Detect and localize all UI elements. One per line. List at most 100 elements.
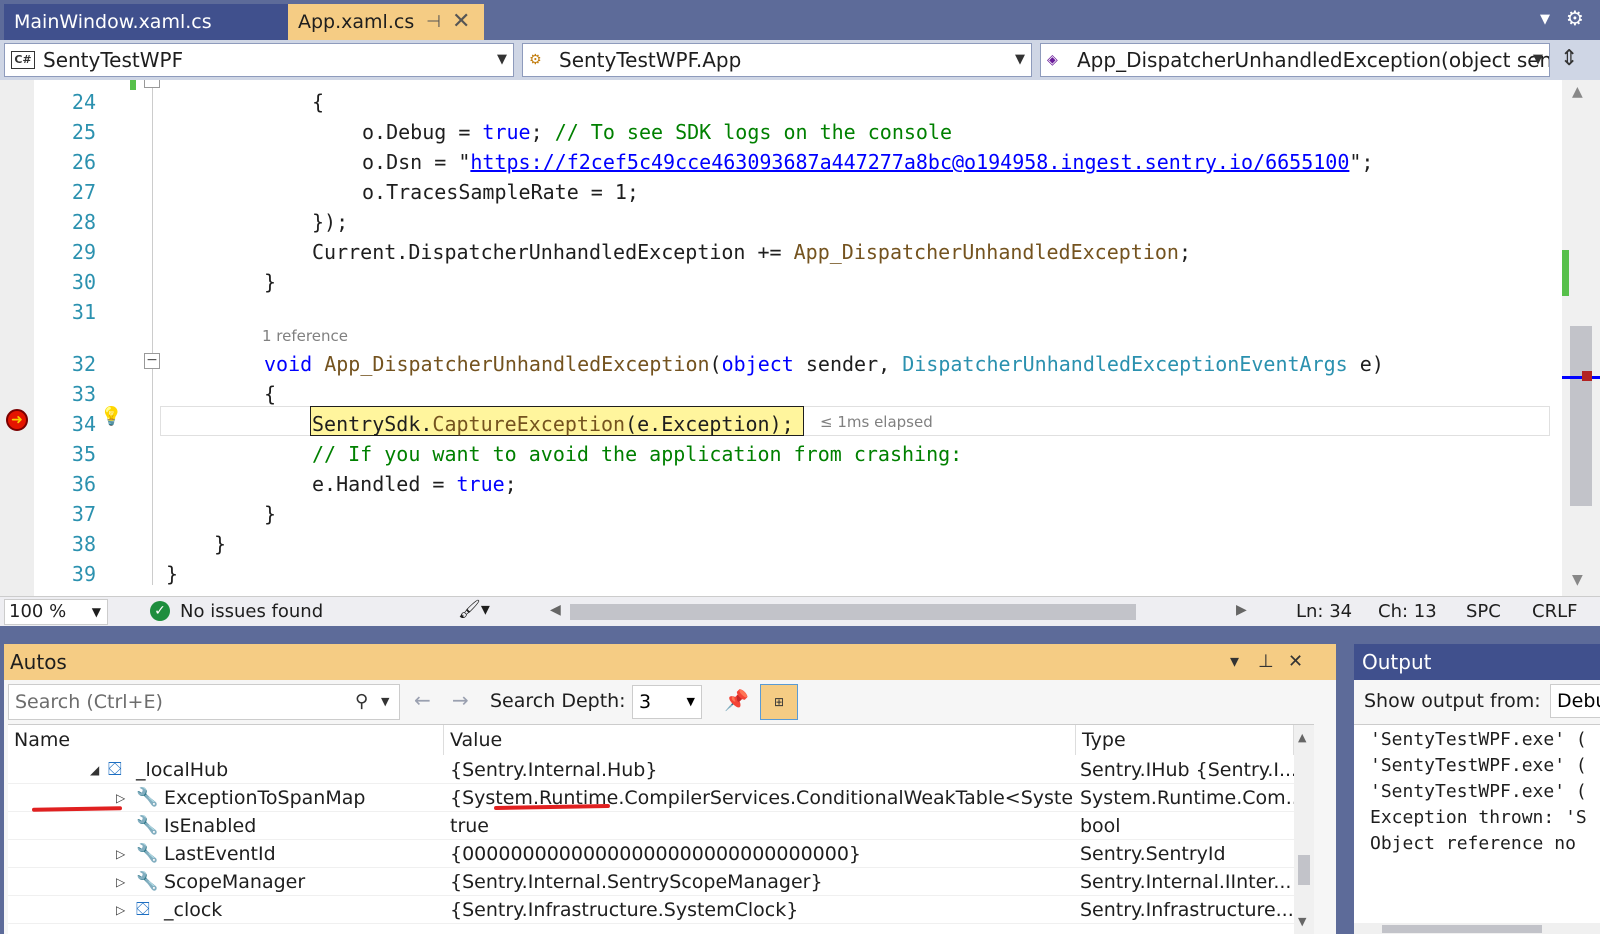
arrow-right-icon[interactable]: →	[452, 688, 469, 712]
code-line-37: }	[264, 502, 277, 526]
code-editor[interactable]: − 24 25 26 27 28 29 30 31 32 33 34 35 36…	[0, 80, 1600, 596]
line-number: 31	[71, 300, 96, 324]
table-row[interactable]: ▷ 🔧 ExceptionToSpanMap {System.Runtime.C…	[8, 784, 1314, 812]
tab-app-xaml-cs[interactable]: App.xaml.cs ⊣ ✕	[288, 4, 484, 40]
value-cell[interactable]: {00000000000000000000000000000000}	[446, 840, 1074, 868]
pin-icon[interactable]: ⊣	[426, 4, 441, 40]
dsn-link[interactable]: https://f2cef5c49cce463093687a447277a8bc…	[470, 150, 1349, 174]
name-cell: ▷ 🔧 LastEventId	[8, 840, 444, 868]
scroll-up-icon[interactable]: ▲	[1572, 84, 1583, 100]
arrow-left-icon[interactable]: ←	[414, 688, 431, 712]
collapse-icon[interactable]: ◢	[90, 756, 99, 784]
zoom-dropdown[interactable]: 100 % ▼	[4, 599, 108, 625]
autos-panel-header: Autos ▾ ⊥ ✕	[4, 644, 1336, 680]
column-indicator[interactable]: Ch: 13	[1378, 601, 1437, 622]
line-indicator[interactable]: Ln: 34	[1296, 601, 1352, 622]
table-row[interactable]: ▷ ⛋ _clock {Sentry.Infrastructure.System…	[8, 896, 1314, 924]
line-number: 30	[71, 270, 96, 294]
project-dropdown[interactable]: C# SentyTestWPF ▼	[4, 43, 514, 77]
expand-icon[interactable]: ▷	[116, 896, 125, 924]
scrollbar-thumb[interactable]	[1570, 326, 1592, 506]
chevron-down-icon: ▼	[1533, 52, 1543, 67]
table-row[interactable]: 🔧 IsEnabled true bool	[8, 812, 1314, 840]
split-window-icon[interactable]: ⇕	[1560, 46, 1578, 71]
search-icon[interactable]: ⚲	[355, 685, 368, 719]
horizontal-scrollbar-thumb[interactable]	[570, 604, 1136, 620]
code-line-35: // If you want to avoid the application …	[312, 442, 963, 466]
line-number: 36	[71, 472, 96, 496]
table-row[interactable]: ◢ ⛋ _localHub {Sentry.Internal.Hub} Sent…	[8, 756, 1314, 784]
editor-vertical-scrollbar[interactable]: ▲ ▼	[1562, 80, 1600, 596]
code-line-26: o.Dsn = "https://f2cef5c49cce463093687a4…	[362, 150, 1374, 174]
scroll-right-icon[interactable]: ▶	[1236, 602, 1247, 618]
value-cell[interactable]: true	[446, 812, 1074, 840]
pin-icon[interactable]: ⊥	[1258, 644, 1274, 680]
type-cell: Sentry.Internal.IInter...	[1080, 871, 1292, 893]
tab-view-toggle-button[interactable]: ⊞	[760, 684, 798, 720]
output-source-dropdown[interactable]: Debu	[1550, 684, 1600, 718]
output-line: 'SentyTestWPF.exe' (	[1370, 755, 1587, 776]
line-number: 28	[71, 210, 96, 234]
code-line-25: o.Debug = true; // To see SDK logs on th…	[362, 120, 953, 144]
code-cleanup-icon[interactable]: 🖌▾	[458, 599, 490, 620]
wrench-icon: 🔧	[136, 815, 159, 836]
scroll-down-icon[interactable]: ▼	[1298, 915, 1306, 928]
gear-icon[interactable]: ⚙	[1566, 6, 1584, 30]
autos-panel: Search (Ctrl+E) ⚲ ▼ ← → Search Depth: 3 ▼…	[4, 680, 1336, 934]
output-text-area[interactable]: 'SentyTestWPF.exe' ( 'SentyTestWPF.exe' …	[1354, 724, 1600, 934]
zoom-value: 100 %	[9, 601, 67, 622]
scrollbar-thumb[interactable]	[1382, 925, 1542, 933]
scroll-down-icon[interactable]: ▼	[1572, 572, 1583, 588]
table-row[interactable]: ▷ 🔧 LastEventId {00000000000000000000000…	[8, 840, 1314, 868]
value-cell[interactable]: {Sentry.Infrastructure.SystemClock}	[446, 896, 1074, 924]
chevron-down-icon: ▼	[497, 52, 507, 67]
member-dropdown[interactable]: ◈ App_DispatcherUnhandledException(objec…	[1040, 43, 1550, 77]
chevron-down-icon[interactable]: ▼	[381, 685, 389, 719]
tab-label: MainWindow.xaml.cs	[14, 11, 212, 33]
line-ending-indicator[interactable]: CRLF	[1532, 601, 1577, 622]
whitespace-indicator[interactable]: SPC	[1466, 601, 1501, 622]
code-line-32: void App_DispatcherUnhandledException(ob…	[264, 352, 1384, 376]
name-cell: 🔧 IsEnabled	[8, 812, 444, 840]
value-cell[interactable]: {Sentry.Internal.SentryScopeManager}	[446, 868, 1074, 896]
class-dropdown[interactable]: ⚙ SentyTestWPF.App ▼	[522, 43, 1032, 77]
output-line: 'SentyTestWPF.exe' (	[1370, 729, 1587, 750]
issues-status[interactable]: No issues found	[180, 601, 323, 622]
scrollbar-thumb[interactable]	[1298, 855, 1310, 885]
column-header-name[interactable]: Name	[8, 725, 444, 755]
line-number: 34	[71, 412, 96, 436]
line-number: 32	[71, 352, 96, 376]
member-name: App_DispatcherUnhandledException(object …	[1077, 48, 1550, 72]
output-panel-header: Output	[1354, 644, 1600, 680]
scroll-left-icon[interactable]: ◀	[550, 602, 561, 618]
tab-list-dropdown-icon[interactable]: ▼	[1540, 12, 1550, 27]
outline-collapse-toggle[interactable]: −	[144, 353, 160, 369]
close-icon[interactable]: ✕	[1288, 644, 1303, 680]
field-icon: ⛋	[108, 759, 122, 780]
tab-mainwindow-xaml-cs[interactable]: MainWindow.xaml.cs	[4, 4, 288, 40]
line-number: 24	[71, 90, 96, 114]
pin-members-icon[interactable]: 📌	[724, 688, 749, 712]
codelens-references[interactable]: 1 reference	[262, 327, 348, 345]
output-horizontal-scrollbar[interactable]	[1354, 923, 1600, 934]
search-input[interactable]: Search (Ctrl+E) ⚲ ▼	[8, 684, 400, 720]
expand-icon[interactable]: ▷	[116, 840, 125, 868]
code-line-28: });	[312, 210, 349, 234]
lightbulb-icon[interactable]: 💡	[100, 406, 122, 427]
class-icon: ⚙	[529, 52, 542, 68]
expand-icon[interactable]: ▷	[116, 868, 125, 896]
indicator-margin[interactable]	[0, 80, 34, 596]
wrench-icon: 🔧	[136, 787, 159, 808]
search-depth-dropdown[interactable]: 3 ▼	[632, 685, 702, 719]
column-header-type[interactable]: Type	[1076, 725, 1294, 755]
execution-pointer-icon[interactable]: ➜	[6, 409, 28, 431]
autos-vertical-scrollbar[interactable]: ▲ ▼	[1294, 725, 1314, 934]
table-row[interactable]: ▷ 🔧 ScopeManager {Sentry.Internal.Sentry…	[8, 868, 1314, 896]
column-header-value[interactable]: Value	[444, 725, 1076, 755]
panel-menu-icon[interactable]: ▾	[1230, 644, 1239, 680]
scroll-up-icon[interactable]: ▲	[1298, 731, 1306, 744]
close-icon[interactable]: ✕	[452, 4, 470, 40]
outline-collapse-toggle[interactable]	[144, 80, 160, 88]
variable-name: _clock	[164, 899, 223, 921]
value-cell[interactable]: {Sentry.Internal.Hub}	[446, 756, 1074, 784]
